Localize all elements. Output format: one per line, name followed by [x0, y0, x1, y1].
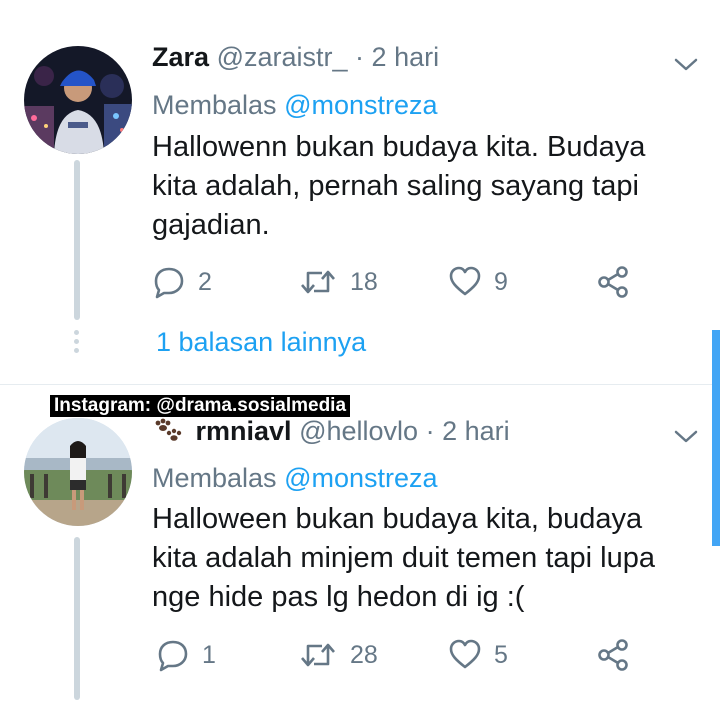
tweet-text: Halloween bukan budaya kita, budaya kita… [152, 503, 655, 613]
tweet-zara[interactable]: Zara @zaraistr_ · 2 hari Membalas @monst… [0, 0, 720, 384]
more-replies-link[interactable]: 1 balasan lainnya [156, 327, 366, 358]
tweet-header: Zara @zaraistr_ · 2 hari [152, 42, 439, 73]
chevron-down-icon[interactable] [672, 426, 700, 446]
tweet-text: Hallowenn bukan budaya kita. Budaya kita… [152, 131, 646, 241]
retweet-button[interactable]: 18 [298, 262, 378, 302]
retweet-button[interactable]: 28 [298, 635, 378, 675]
reply-button[interactable]: 1 [156, 635, 216, 675]
reply-prefix: Membalas [152, 463, 277, 493]
like-button[interactable]: 5 [448, 635, 508, 675]
reply-mention[interactable]: @monstreza [284, 463, 437, 493]
retweet-icon [301, 270, 335, 294]
reply-count: 1 [202, 640, 216, 669]
separator-dot: · [355, 42, 365, 72]
chevron-down-icon[interactable] [672, 54, 700, 74]
like-count: 9 [494, 267, 508, 296]
avatar[interactable] [24, 418, 132, 526]
separator-dot: · [425, 416, 435, 446]
share-icon [598, 639, 628, 671]
like-count: 5 [494, 640, 508, 669]
reply-context: Membalas @monstreza [152, 90, 438, 121]
paw-prints-icon [155, 418, 182, 441]
user-handle[interactable]: @zaraistr_ [217, 42, 348, 72]
timestamp[interactable]: 2 hari [372, 42, 440, 72]
tweet-actions: 1 28 5 [152, 635, 652, 675]
reply-icon [154, 267, 184, 299]
thread-line [74, 160, 80, 320]
reply-count: 2 [198, 267, 212, 296]
display-name[interactable]: Zara [152, 42, 209, 72]
tweet-actions: 2 18 9 [152, 262, 652, 302]
reply-mention[interactable]: @monstreza [284, 90, 437, 120]
avatar[interactable] [24, 46, 132, 154]
timestamp[interactable]: 2 hari [442, 416, 510, 446]
heart-icon [449, 639, 481, 669]
reply-context: Membalas @monstreza [152, 463, 438, 494]
share-button[interactable] [596, 635, 630, 675]
tweet-header: rmniavl @hellovlo · 2 hari [152, 416, 510, 447]
reply-prefix: Membalas [152, 90, 277, 120]
display-name[interactable]: rmniavl [196, 416, 292, 446]
thread-line [74, 537, 80, 700]
user-handle[interactable]: @hellovlo [299, 416, 418, 446]
thread-dots [74, 330, 80, 357]
tweet-rmniavl[interactable]: rmniavl @hellovlo · 2 hari Membalas @mon… [0, 385, 720, 720]
heart-icon [449, 266, 481, 296]
reply-icon [158, 640, 188, 672]
retweet-count: 28 [350, 640, 378, 669]
like-button[interactable]: 9 [448, 262, 508, 302]
share-icon [598, 266, 628, 298]
retweet-icon [301, 643, 335, 667]
share-button[interactable] [596, 262, 630, 302]
watermark-text: Instagram: @drama.sosialmedia [50, 395, 351, 417]
reply-button[interactable]: 2 [152, 262, 212, 302]
retweet-count: 18 [350, 267, 378, 296]
